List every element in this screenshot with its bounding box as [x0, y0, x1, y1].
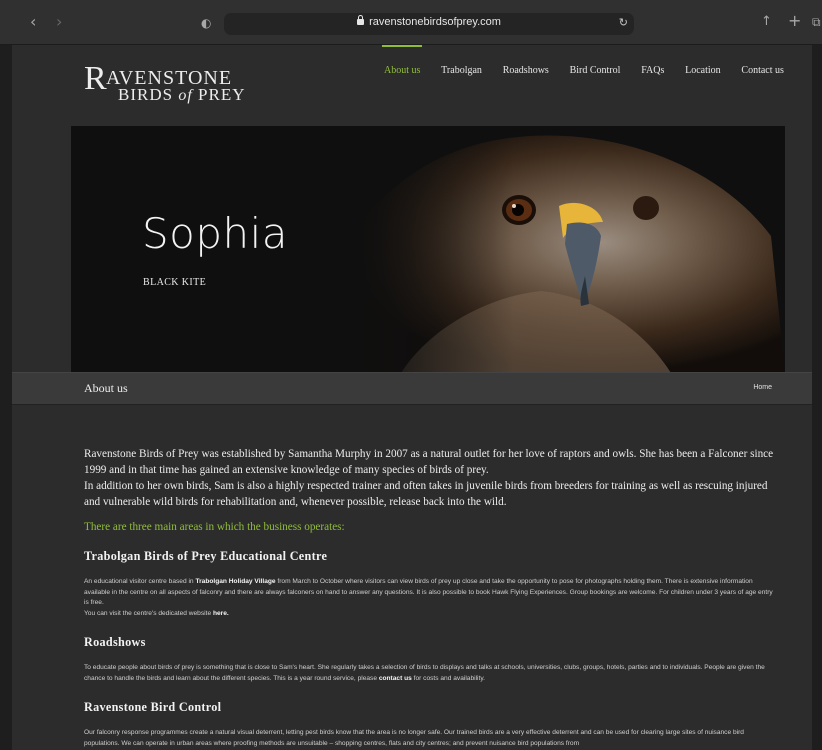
back-icon[interactable]: ‹: [30, 14, 36, 30]
logo-line2: BIRDS of PREY: [118, 85, 246, 104]
share-icon[interactable]: ↑: [761, 14, 772, 30]
nav-location[interactable]: Location: [685, 65, 721, 76]
hero-title: Sophia: [142, 209, 289, 258]
shield-icon[interactable]: ◐: [201, 15, 211, 31]
page-title: About us: [84, 381, 128, 395]
roadshows-text: To educate people about birds of prey is…: [84, 664, 765, 682]
main-content: Ravenstone Birds of Prey was established…: [84, 446, 774, 749]
trabolgan-link[interactable]: Trabolgan Holiday Village: [195, 578, 275, 585]
tabs-icon[interactable]: ⧉: [812, 14, 821, 30]
website-here-link[interactable]: here.: [213, 610, 229, 617]
nav-trabolgan[interactable]: Trabolgan: [441, 65, 482, 76]
window-edge-right: [812, 45, 822, 750]
forward-icon[interactable]: ›: [56, 14, 62, 30]
heading-bird-control: Ravenstone Bird Control: [84, 700, 222, 714]
lock-icon: [357, 15, 365, 25]
hero-subtitle: BLACK KITE: [143, 277, 207, 288]
intro-paragraph: Ravenstone Birds of Prey was established…: [84, 448, 774, 508]
url-text: ravenstonebirdsofprey.com: [369, 16, 501, 28]
reload-icon[interactable]: ↻: [619, 16, 628, 29]
main-nav: About us Trabolgan Roadshows Bird Contro…: [381, 45, 784, 76]
nav-contact-us[interactable]: Contact us: [741, 65, 784, 76]
breadcrumb-home-link[interactable]: Home: [753, 384, 772, 391]
heading-trabolgan: Trabolgan Birds of Prey Educational Cent…: [84, 549, 328, 563]
address-bar[interactable]: ravenstonebirdsofprey.com ↻: [224, 13, 634, 35]
browser-toolbar: ‹ › ◐ ravenstonebirdsofprey.com ↻ ↑ + ⧉: [0, 0, 822, 45]
section-lead: There are three main areas in which the …: [84, 521, 345, 533]
hero-banner: Sophia BLACK KITE: [71, 126, 785, 373]
new-tab-icon[interactable]: +: [788, 13, 801, 29]
window-edge-left: [0, 45, 12, 750]
nav-bird-control[interactable]: Bird Control: [570, 65, 621, 76]
breadcrumb: About us Home: [12, 372, 812, 405]
nav-faqs[interactable]: FAQs: [641, 65, 664, 76]
heading-roadshows: Roadshows: [84, 635, 146, 649]
contact-us-link[interactable]: contact us: [379, 675, 412, 682]
nav-roadshows[interactable]: Roadshows: [503, 65, 549, 76]
bird-control-text: Our falconry response programmes create …: [84, 729, 744, 747]
web-page: R AVENSTONE BIRDS of PREY About us Trabo…: [12, 45, 812, 750]
logo-initial: R: [84, 60, 107, 97]
nav-about-us[interactable]: About us: [381, 45, 423, 76]
trabolgan-text: An educational visitor centre based in T…: [84, 578, 773, 617]
